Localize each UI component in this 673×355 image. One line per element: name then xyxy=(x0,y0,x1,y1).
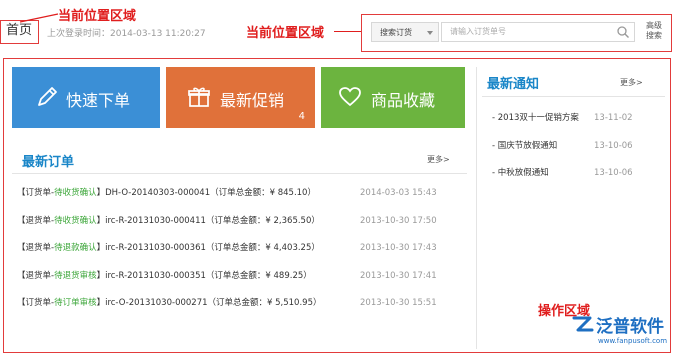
orders-title-divider xyxy=(12,173,467,174)
order-row[interactable]: 【退货单-待收货确认】irc-R-20131030-000411（订单总金额：¥… xyxy=(17,214,477,228)
quick-order-tile[interactable]: 快速下单 xyxy=(12,67,160,128)
order-row[interactable]: 【订货单-待收货确认】DH-O-20140303-000041（订单总金额：¥ … xyxy=(17,186,477,200)
order-time: 2013-10-30 15:51 xyxy=(360,298,437,308)
order-row[interactable]: 【退货单-待退款确认】irc-R-20131030-000361（订单总金额：¥… xyxy=(17,241,477,255)
order-row[interactable]: 【订货单-待订单审核】irc-O-20131030-000271（订单总金额：¥… xyxy=(17,296,477,310)
order-status: 待订单审核 xyxy=(54,298,97,308)
order-type: 【退货单- xyxy=(17,216,55,226)
order-time: 2013-10-30 17:50 xyxy=(360,216,437,226)
home-breadcrumb[interactable]: 首页 xyxy=(1,21,37,41)
advanced-search-link[interactable]: 高级搜索 xyxy=(643,21,665,41)
brand-name: 泛普软件 xyxy=(596,317,664,337)
favorites-label: 商品收藏 xyxy=(371,91,436,110)
notice-item[interactable]: - 2013双十一促销方案 13-11-02 xyxy=(492,111,664,125)
quick-order-label: 快速下单 xyxy=(66,91,131,110)
order-status: 待退款确认 xyxy=(54,243,97,253)
gift-icon xyxy=(188,87,210,107)
order-status: 待退货审核 xyxy=(54,271,97,281)
chevron-down-icon xyxy=(427,31,433,35)
order-time: 2013-10-30 17:41 xyxy=(360,271,437,281)
order-type: 【订货单- xyxy=(17,188,55,198)
annotation-line-right xyxy=(334,31,361,32)
order-time: 2013-10-30 17:43 xyxy=(360,243,437,253)
favorites-tile[interactable]: 商品收藏 xyxy=(321,67,465,128)
notice-item[interactable]: - 中秋放假通知 13-10-06 xyxy=(492,166,664,180)
annotation-arrow-left xyxy=(19,13,59,23)
order-time: 2014-03-03 15:43 xyxy=(360,188,437,198)
heart-icon xyxy=(339,87,361,107)
order-detail: 】irc-R-20131030-000411（订单总金额：¥ 2,365.50） xyxy=(96,216,320,226)
search-category-value: 搜索订货 xyxy=(380,28,412,37)
pencil-icon xyxy=(38,87,57,106)
latest-orders-title: 最新订单 xyxy=(22,155,75,170)
notice-date: 13-10-06 xyxy=(594,141,633,151)
notice-title: - 中秋放假通知 xyxy=(492,168,549,178)
notice-date: 13-10-06 xyxy=(594,168,633,178)
latest-notices-title: 最新通知 xyxy=(487,77,540,92)
promotions-count-badge: 4 xyxy=(298,111,305,122)
order-row[interactable]: 【退货单-待退货审核】irc-R-20131030-000351（订单总金额：¥… xyxy=(17,269,477,283)
top-bar: 首页 上次登录时间：2014-03-13 11:20:27 当前位置区域 当前位… xyxy=(0,0,673,58)
notices-panel-border xyxy=(476,67,477,349)
orders-more-link[interactable]: 更多> xyxy=(427,154,450,165)
annotation-current-location-left: 当前位置区域 xyxy=(58,9,137,24)
notice-date: 13-11-02 xyxy=(594,113,633,123)
order-status: 待收货确认 xyxy=(54,216,97,226)
promotions-tile[interactable]: 最新促销 4 xyxy=(166,67,315,128)
notice-item[interactable]: - 国庆节放假通知 13-10-06 xyxy=(492,139,664,153)
order-detail: 】irc-R-20131030-000351（订单总金额：¥ 489.25） xyxy=(96,271,312,281)
order-detail: 】irc-O-20131030-000271（订单总金额：¥ 5,510.95） xyxy=(96,298,322,308)
notice-title: - 2013双十一促销方案 xyxy=(492,113,579,123)
notices-title-divider xyxy=(482,96,665,97)
last-login-time: 上次登录时间：2014-03-13 11:20:27 xyxy=(47,29,206,39)
search-icon[interactable] xyxy=(616,25,630,39)
order-detail: 】irc-R-20131030-000361（订单总金额：¥ 4,403.25） xyxy=(96,243,320,253)
brand-url: www.fanpusoft.com xyxy=(598,337,668,345)
promotions-label: 最新促销 xyxy=(220,91,285,110)
order-type: 【退货单- xyxy=(17,243,55,253)
order-status: 待收货确认 xyxy=(54,188,97,198)
search-input[interactable]: 请输入订货单号 xyxy=(441,22,635,42)
annotation-current-location-right: 当前位置区域 xyxy=(246,26,325,41)
fanpu-logo: 泛普软件 www.fanpusoft.com xyxy=(570,308,670,352)
notice-title: - 国庆节放假通知 xyxy=(492,141,558,151)
order-type: 【退货单- xyxy=(17,271,55,281)
search-category-select[interactable]: 搜索订货 xyxy=(371,22,439,42)
order-detail: 】DH-O-20140303-000041（订单总金额：¥ 845.10） xyxy=(96,188,316,198)
order-type: 【订货单- xyxy=(17,298,55,308)
fanpu-logo-mark xyxy=(572,316,594,332)
notices-more-link[interactable]: 更多> xyxy=(620,77,643,88)
